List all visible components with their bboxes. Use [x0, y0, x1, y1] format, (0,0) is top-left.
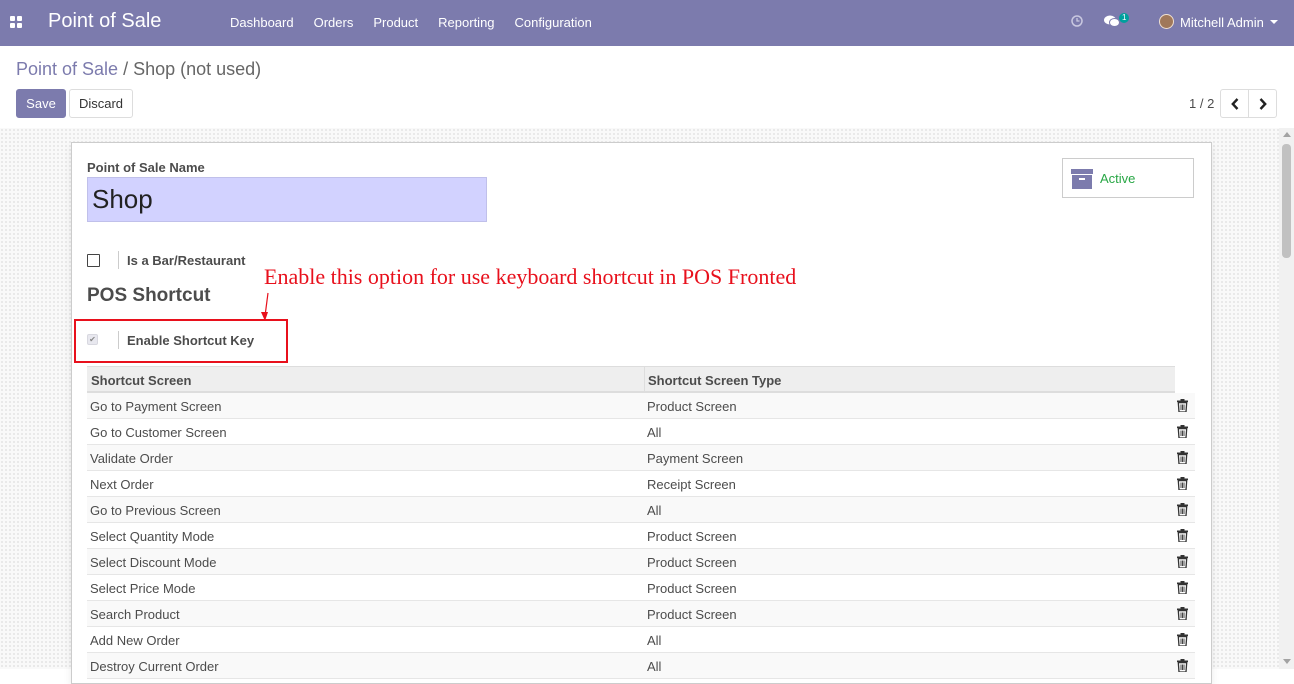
messaging-icon[interactable]	[1104, 15, 1120, 28]
bar-restaurant-label: Is a Bar/Restaurant	[127, 253, 246, 268]
discard-button[interactable]: Discard	[69, 89, 133, 118]
cell-shortcut-screen[interactable]: Go to Previous Screen	[90, 503, 221, 518]
table-row[interactable]: Validate Order Payment Screen	[87, 445, 1195, 471]
column-header-type[interactable]: Shortcut Screen Type	[648, 373, 781, 388]
pos-name-input[interactable]: Shop	[87, 177, 487, 222]
breadcrumb-current: Shop (not used)	[133, 59, 262, 79]
cell-shortcut-screen[interactable]: Add New Order	[90, 633, 180, 648]
message-count-badge: 1	[1119, 13, 1130, 23]
pos-name-label: Point of Sale Name	[87, 160, 205, 175]
menu-configuration[interactable]: Configuration	[505, 15, 602, 30]
menu-reporting[interactable]: Reporting	[428, 15, 504, 30]
cell-shortcut-screen-type[interactable]: Payment Screen	[647, 451, 743, 466]
bar-restaurant-checkbox[interactable]	[87, 254, 100, 267]
field-divider	[118, 331, 119, 349]
pager-value[interactable]: 1 / 2	[1189, 96, 1214, 111]
delete-trash-icon[interactable]	[1177, 399, 1188, 412]
delete-trash-icon[interactable]	[1177, 659, 1188, 672]
delete-trash-icon[interactable]	[1177, 607, 1188, 620]
menu-product[interactable]: Product	[363, 15, 428, 30]
table-row[interactable]: Search Product Product Screen	[87, 601, 1195, 627]
table-row[interactable]: Go to Payment Screen Product Screen	[87, 393, 1195, 419]
delete-trash-icon[interactable]	[1177, 503, 1188, 516]
cell-shortcut-screen-type[interactable]: Product Screen	[647, 581, 737, 596]
field-divider	[118, 251, 119, 269]
scroll-up-arrow-icon[interactable]	[1283, 132, 1291, 137]
annotation-note: Enable this option for use keyboard shor…	[264, 264, 797, 289]
cell-shortcut-screen[interactable]: Go to Payment Screen	[90, 399, 222, 414]
top-navbar: Point of Sale Dashboard Orders Product R…	[0, 0, 1294, 46]
app-brand[interactable]: Point of Sale	[48, 10, 161, 33]
apps-menu-icon[interactable]	[10, 16, 23, 29]
table-header: Shortcut Screen Shortcut Screen Type	[87, 366, 1175, 393]
column-header-screen[interactable]: Shortcut Screen	[91, 373, 191, 388]
delete-trash-icon[interactable]	[1177, 529, 1188, 542]
table-body: Go to Payment Screen Product Screen Go to …	[87, 393, 1195, 679]
cell-shortcut-screen-type[interactable]: All	[647, 633, 661, 648]
cell-shortcut-screen[interactable]: Select Price Mode	[90, 581, 196, 596]
pager-previous-button[interactable]	[1220, 89, 1249, 118]
table-row[interactable]: Next Order Receipt Screen	[87, 471, 1195, 497]
cell-shortcut-screen-type[interactable]: Product Screen	[647, 607, 737, 622]
delete-trash-icon[interactable]	[1177, 555, 1188, 568]
caret-down-icon[interactable]	[1270, 20, 1278, 24]
breadcrumb-separator: /	[123, 59, 129, 79]
table-row[interactable]: Go to Customer Screen All	[87, 419, 1195, 445]
table-row[interactable]: Add New Order All	[87, 627, 1195, 653]
cell-shortcut-screen-type[interactable]: Product Screen	[647, 555, 737, 570]
user-avatar[interactable]	[1159, 14, 1174, 29]
enable-shortcut-label: Enable Shortcut Key	[127, 333, 255, 348]
main-menu: Dashboard Orders Product Reporting Confi…	[220, 15, 602, 30]
chevron-left-icon	[1230, 97, 1238, 110]
chevron-right-icon	[1259, 97, 1267, 110]
section-title: POS Shortcut	[87, 285, 211, 306]
user-menu-name[interactable]: Mitchell Admin	[1180, 15, 1264, 30]
vertical-scrollbar[interactable]	[1279, 128, 1294, 669]
active-status-label: Active	[1100, 171, 1136, 186]
pager-next-button[interactable]	[1248, 89, 1277, 118]
menu-dashboard[interactable]: Dashboard	[220, 15, 304, 30]
breadcrumb-parent[interactable]: Point of Sale	[16, 59, 118, 79]
cell-shortcut-screen[interactable]: Select Quantity Mode	[90, 529, 214, 544]
cell-shortcut-screen[interactable]: Destroy Current Order	[90, 659, 219, 674]
table-row[interactable]: Go to Previous Screen All	[87, 497, 1195, 523]
delete-trash-icon[interactable]	[1177, 581, 1188, 594]
cell-shortcut-screen-type[interactable]: Receipt Screen	[647, 477, 736, 492]
delete-trash-icon[interactable]	[1177, 633, 1188, 646]
enable-shortcut-checkbox[interactable]: ✔	[87, 334, 98, 345]
cell-shortcut-screen-type[interactable]: All	[647, 503, 661, 518]
active-toggle-button[interactable]: Active	[1062, 158, 1194, 198]
delete-trash-icon[interactable]	[1177, 477, 1188, 490]
archive-box-icon	[1071, 169, 1093, 189]
cell-shortcut-screen[interactable]: Next Order	[90, 477, 154, 492]
delete-trash-icon[interactable]	[1177, 451, 1188, 464]
table-row[interactable]: Select Discount Mode Product Screen	[87, 549, 1195, 575]
cell-shortcut-screen[interactable]: Search Product	[90, 607, 180, 622]
breadcrumb: Point of Sale / Shop (not used)	[16, 59, 261, 80]
table-row[interactable]: Destroy Current Order All	[87, 653, 1195, 679]
cell-shortcut-screen[interactable]: Select Discount Mode	[90, 555, 216, 570]
annotation-arrow-icon	[261, 292, 269, 321]
scroll-down-arrow-icon[interactable]	[1283, 659, 1291, 664]
cell-shortcut-screen-type[interactable]: All	[647, 659, 661, 674]
table-row[interactable]: Select Price Mode Product Screen	[87, 575, 1195, 601]
table-row[interactable]: Select Quantity Mode Product Screen	[87, 523, 1195, 549]
cell-shortcut-screen-type[interactable]: Product Screen	[647, 529, 737, 544]
cell-shortcut-screen[interactable]: Validate Order	[90, 451, 173, 466]
activity-clock-icon[interactable]	[1071, 15, 1083, 27]
save-button[interactable]: Save	[16, 89, 66, 118]
column-divider	[644, 367, 645, 392]
delete-trash-icon[interactable]	[1177, 425, 1188, 438]
cell-shortcut-screen[interactable]: Go to Customer Screen	[90, 425, 227, 440]
scroll-thumb[interactable]	[1282, 144, 1291, 258]
cell-shortcut-screen-type[interactable]: Product Screen	[647, 399, 737, 414]
cell-shortcut-screen-type[interactable]: All	[647, 425, 661, 440]
shortcut-table: Shortcut Screen Shortcut Screen Type Go …	[87, 366, 1195, 679]
menu-orders[interactable]: Orders	[304, 15, 364, 30]
